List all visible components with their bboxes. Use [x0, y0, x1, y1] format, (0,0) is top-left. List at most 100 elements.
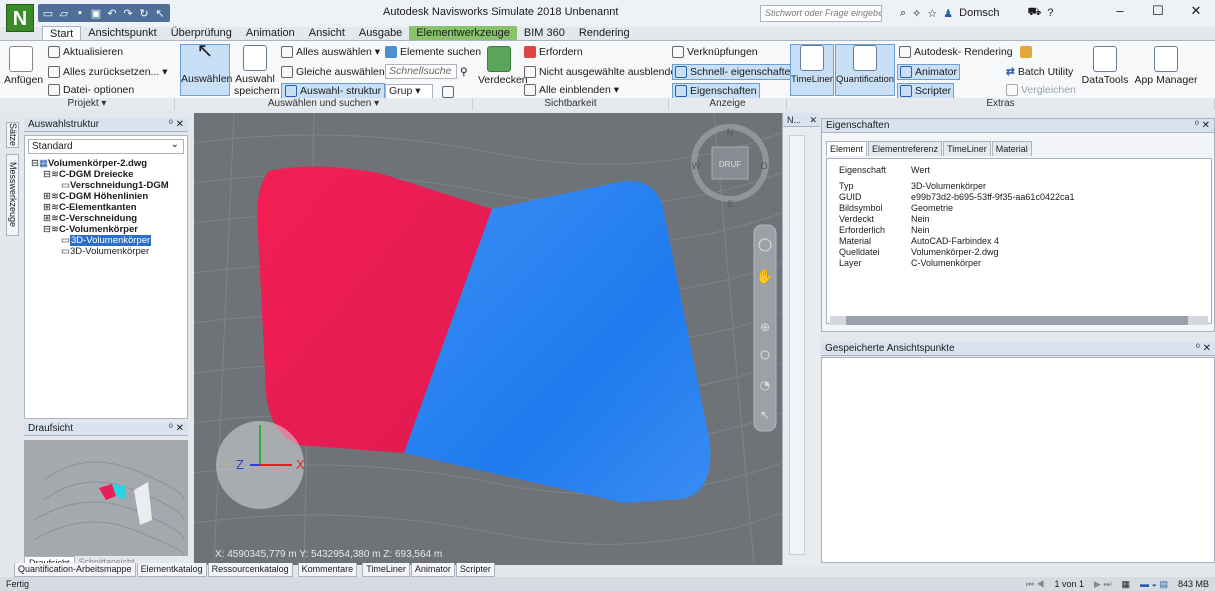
save-icon[interactable]: ▪ [74, 7, 86, 19]
panel-close-icon[interactable]: ⁰ ✕ [169, 422, 184, 436]
table-row[interactable]: Layer C-Volumenkörper [839, 258, 981, 268]
tab-elementreferenz[interactable]: Elementreferenz [868, 141, 943, 156]
3d-viewport[interactable]: DRUF N S W O ✋ ⊕ ◔ ↖ X Z X: 4590345,779 … [194, 113, 782, 565]
tree-view-dropdown[interactable]: Standard [28, 138, 184, 154]
tab-ueberpruefung[interactable]: Überprüfung [164, 26, 239, 40]
maximize-icon[interactable]: ☐ [1139, 0, 1177, 22]
panel-close-icon[interactable]: ⁰ ✕ [169, 118, 184, 132]
scrollbar-thumb[interactable] [846, 316, 1188, 325]
properties-horizontal-scrollbar[interactable] [830, 316, 1208, 325]
auswahlstruktur-button[interactable]: Auswahl- struktur [281, 83, 386, 99]
cart-icon[interactable]: ⛟ [1027, 6, 1041, 20]
panel-close-icon[interactable]: ⁰ ✕ [1195, 119, 1210, 133]
sets-icon[interactable] [442, 85, 454, 98]
tab-quantification-arbeitsmappe[interactable]: Quantification-Arbeitsmappe [14, 563, 136, 577]
tab-scripter-bottom[interactable]: Scripter [455, 563, 495, 577]
timeliner-button[interactable]: TimeLiner [790, 44, 834, 96]
gleiche-auswaehlen-button[interactable]: Gleiche auswählen ▾ [281, 66, 393, 78]
expand-icon[interactable]: ⊟ [43, 224, 51, 235]
help-icon[interactable]: ? [1047, 7, 1053, 19]
animator-button[interactable]: Animator [897, 64, 961, 80]
tree-item[interactable]: ⊞≋C-Verschneidung [43, 213, 137, 224]
auswaehlen-button[interactable]: ↖ Auswählen [180, 41, 232, 96]
plan-view-canvas[interactable] [24, 440, 188, 556]
search-input[interactable]: Stichwort oder Frage eingeben [760, 5, 882, 22]
group-projekt-label[interactable]: Projekt ▾ [0, 98, 175, 110]
scripter-button[interactable]: Scripter [897, 83, 955, 99]
batch-utility-button[interactable]: ⇄ Batch Utility [1006, 66, 1073, 78]
prev-sheet-icon[interactable]: ⏮ ◀ [1026, 577, 1045, 591]
verdecken-button[interactable]: Verdecken [478, 46, 528, 86]
tree-item[interactable]: ▭3D-Volumenkörper [61, 246, 149, 257]
navigation-bar[interactable]: ✋ ⊕ ◔ ↖ [753, 224, 777, 432]
elemente-suchen-button[interactable]: Elemente suchen [385, 46, 481, 58]
quantification-button[interactable]: Quantification [835, 44, 895, 96]
table-row[interactable]: Verdeckt Nein [839, 214, 930, 224]
tab-animator-bottom[interactable]: Animator [410, 563, 455, 577]
tab-start[interactable]: Start [42, 26, 82, 40]
navigation-scroll-track[interactable] [789, 135, 805, 555]
cursor-icon[interactable]: ↖ [154, 7, 166, 20]
table-row[interactable]: Bildsymbol Geometrie [839, 203, 953, 213]
tab-rendering[interactable]: Rendering [572, 26, 637, 40]
verknuepfungen-button[interactable]: Verknüpfungen [672, 46, 758, 58]
redo-icon[interactable]: ↷ [122, 7, 134, 20]
nicht-ausgewaehlte-button[interactable]: Nicht ausgewählte ausblenden [524, 66, 682, 78]
star-icon[interactable]: ☆ [927, 7, 937, 20]
refresh-icon[interactable]: ↻ [138, 7, 150, 20]
panel-close-icon[interactable]: ⁰ ✕ [1196, 342, 1211, 356]
user-icon[interactable]: ♟ [943, 7, 953, 20]
tab-ansichtspunkt[interactable]: Ansichtspunkt [81, 26, 163, 40]
tree-item[interactable]: ⊟≋C-Volumenkörper [43, 224, 138, 235]
tree-item[interactable]: ▭Verschneidung1-DGM [61, 180, 169, 191]
autodesk-rendering-button[interactable]: Autodesk- Rendering [899, 46, 1032, 58]
tab-element[interactable]: Element [826, 141, 868, 156]
zuruecksetzen-button[interactable]: Alles zurücksetzen... ▾ [48, 66, 167, 78]
binoculars-icon[interactable]: ⌕ [900, 7, 906, 20]
tree-item[interactable]: ⊟≋C-DGM Dreiecke [43, 169, 133, 180]
alles-auswaehlen-button[interactable]: Alles auswählen ▾ [281, 46, 380, 58]
table-row[interactable]: Material AutoCAD-Farbindex 4 [839, 236, 999, 246]
tab-ressourcenkatalog[interactable]: Ressourcenkatalog [207, 563, 293, 577]
expand-icon[interactable]: ⊞ [43, 213, 51, 224]
tab-ausgabe[interactable]: Ausgabe [352, 26, 409, 40]
satellite-icon[interactable]: ✧ [912, 7, 921, 20]
new-icon[interactable]: ▭ [42, 7, 54, 20]
tab-saetze[interactable]: Sätze [6, 122, 19, 148]
tab-elementkatalog[interactable]: Elementkatalog [136, 563, 207, 577]
expand-icon[interactable]: ⊟ [31, 158, 39, 169]
vergleichen-button[interactable]: Vergleichen [1006, 84, 1076, 96]
tree-item[interactable]: ⊟▦Volumenkörper-2.dwg [31, 158, 147, 169]
tab-elementwerkzeuge[interactable]: Elementwerkzeuge [409, 26, 517, 40]
group-auswahl-label[interactable]: Auswählen und suchen ▾ [175, 98, 473, 110]
look-icon[interactable]: ◔ [760, 378, 770, 392]
zoom-icon[interactable]: ⊕ [760, 320, 770, 334]
eigenschaften-button[interactable]: Eigenschaften [672, 83, 760, 99]
tab-ansicht[interactable]: Ansicht [302, 26, 352, 40]
schnellsuche-input[interactable]: Schnellsuche [385, 64, 457, 79]
datatools-button[interactable]: DataTools [1080, 46, 1130, 86]
render-settings-icon[interactable] [1019, 46, 1032, 58]
schnell-eigenschaften-button[interactable]: Schnell- eigenschaften [672, 64, 800, 80]
table-row[interactable]: Quelldatei Volumenkörper-2.dwg [839, 247, 999, 257]
tab-kommentare[interactable]: Kommentare [297, 563, 358, 577]
table-row[interactable]: Typ 3D-Volumenkörper [839, 181, 986, 191]
pan-icon[interactable]: ✋ [756, 268, 773, 285]
anfuegen-button[interactable]: Anfügen [4, 46, 43, 86]
close-icon[interactable]: ✕ [1177, 0, 1215, 22]
tab-messwerkzeuge[interactable]: Messwerkzeuge [6, 154, 19, 236]
panel-close-icon[interactable]: ✕ [809, 113, 817, 127]
saved-views-panel[interactable] [821, 357, 1215, 563]
grup-dropdown[interactable]: Grup ▾ [385, 84, 433, 99]
expand-icon[interactable]: ⊞ [43, 191, 51, 202]
undo-icon[interactable]: ↶ [106, 7, 118, 20]
alle-einblenden-button[interactable]: Alle einblenden ▾ [524, 84, 619, 96]
table-row[interactable]: GUID e99b73d2-b695-53ff-9f35-aa61c0422ca1 [839, 192, 1074, 202]
tab-bim360[interactable]: BIM 360 [517, 26, 572, 40]
print-icon[interactable]: ▣ [90, 7, 102, 20]
expand-icon[interactable]: ⊟ [43, 169, 51, 180]
minimize-icon[interactable]: – [1101, 0, 1139, 22]
aktualisieren-button[interactable]: Aktualisieren [48, 46, 123, 58]
tree-item[interactable]: ⊞≋C-DGM Höhenlinien [43, 191, 148, 202]
view-cube[interactable]: DRUF N S W O [691, 124, 769, 209]
